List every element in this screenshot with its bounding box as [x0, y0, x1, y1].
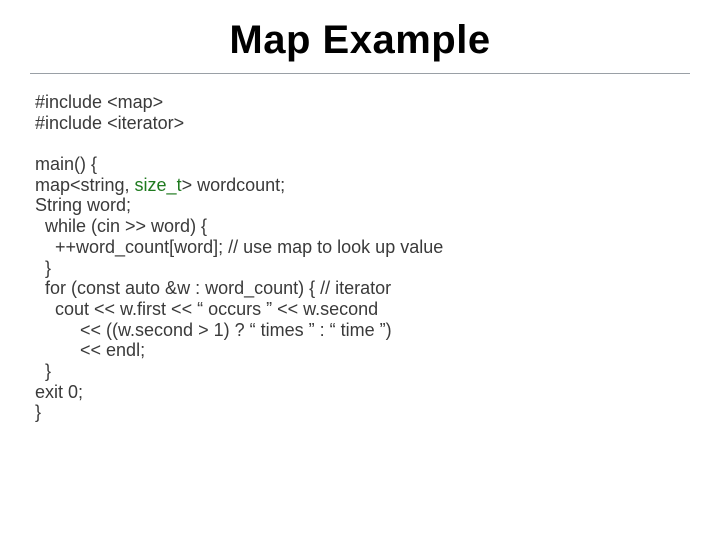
code-line: for (const auto &w : word_count) { // it… — [35, 278, 391, 298]
code-line: << ((w.second > 1) ? “ times ” : “ time … — [35, 320, 392, 340]
code-line: ++word_count[word]; // use map to look u… — [35, 237, 443, 257]
code-line: main() { — [35, 154, 97, 174]
code-type: size_t — [135, 175, 182, 195]
code-line: while (cin >> word) { — [35, 216, 207, 236]
code-line: } — [35, 258, 51, 278]
code-line: exit 0; — [35, 382, 83, 402]
code-line: << endl; — [35, 340, 145, 360]
code-line: <iterator> — [102, 113, 184, 133]
code-line: map<string, — [35, 175, 135, 195]
code-line: <map> — [102, 92, 163, 112]
code-line: } — [35, 402, 41, 422]
code-line: cout << w.first << “ occurs ” << w.secon… — [35, 299, 378, 319]
code-line: } — [35, 361, 51, 381]
code-line: #include — [35, 92, 102, 112]
slide: Map Example #include <map> #include <ite… — [0, 0, 720, 540]
code-line: #include — [35, 113, 102, 133]
slide-title: Map Example — [0, 0, 720, 63]
code-line: > wordcount; — [182, 175, 286, 195]
code-line: String word; — [35, 195, 131, 215]
code-block: #include <map> #include <iterator> main(… — [0, 74, 720, 423]
